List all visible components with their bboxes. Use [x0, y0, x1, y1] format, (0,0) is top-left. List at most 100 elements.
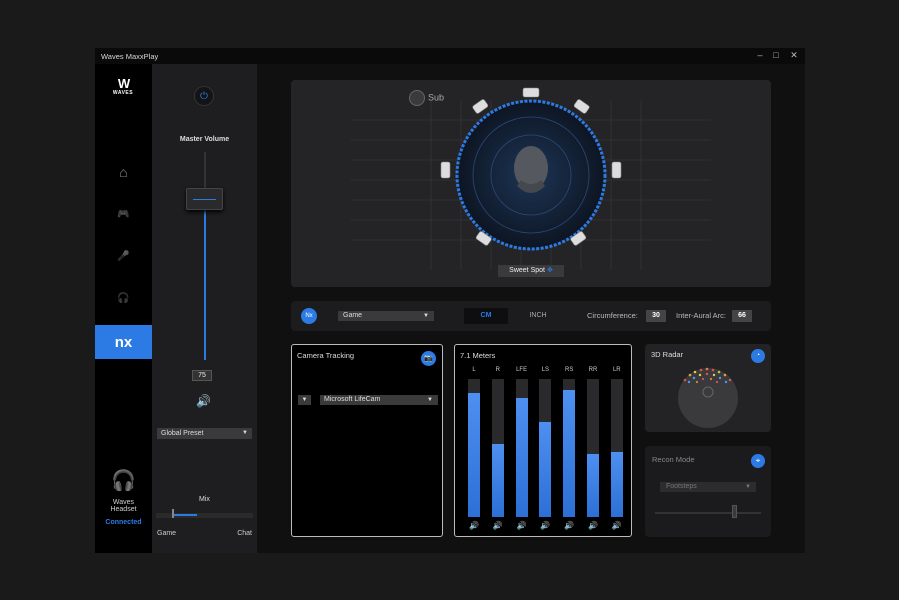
recon-mode-value: Footsteps	[666, 483, 697, 490]
stage-visual	[351, 87, 711, 270]
meter-level-rs	[563, 390, 576, 517]
maximize-button[interactable]: □	[769, 50, 783, 60]
unit-cm-button[interactable]: CM	[464, 308, 508, 324]
chevron-down-icon: ▼	[301, 397, 308, 403]
meter-mute-icon[interactable]: 🔊	[489, 521, 507, 530]
master-volume-knob[interactable]	[186, 188, 223, 210]
subwoofer-toggle[interactable]: Sub	[409, 90, 444, 106]
master-volume-value: 75	[192, 370, 212, 381]
mix-game-label: Game	[157, 530, 177, 537]
meter-label-l: L	[472, 367, 476, 373]
head-settings-bar: Nx Game ▼ CM INCH Circumference: 30 Inte…	[291, 301, 771, 331]
meter-mute-icon[interactable]: 🔊	[465, 521, 483, 530]
meter-label-ls: LS	[541, 367, 550, 373]
recon-slider-track[interactable]	[655, 512, 761, 514]
crosshair-icon[interactable]: ⌖	[751, 454, 765, 468]
camera-source-toggle[interactable]: ▼	[298, 395, 311, 405]
meter-level-ls	[539, 422, 552, 517]
app-window: Waves MaxxPlay – □ ✕ W WAVES ⌂ 🎮 🎤 🎧 nx …	[95, 48, 805, 553]
home-icon: ⌂	[119, 164, 128, 180]
camera-icon[interactable]: 📷	[421, 351, 436, 366]
mix-slider-fill	[172, 514, 197, 516]
meter-mute-icon[interactable]: 🔊	[608, 521, 626, 530]
master-volume-fill	[204, 201, 206, 360]
nav-microphone[interactable]: 🎤	[95, 239, 152, 273]
waves-logo-mark: W	[117, 76, 130, 91]
mix-slider-thumb[interactable]	[172, 509, 174, 518]
chevron-down-icon: ▼	[423, 313, 429, 319]
meter-label-lfe: LFE	[516, 367, 528, 373]
sweet-spot-button[interactable]: Sweet Spot ✥	[498, 265, 564, 277]
move-icon: ✥	[546, 267, 553, 274]
profile-value: Game	[343, 312, 363, 319]
speaker-icon[interactable]: 🔊	[196, 394, 211, 408]
radar-visual	[678, 367, 738, 428]
meter-mute-icon[interactable]: 🔊	[560, 521, 578, 530]
circumference-input[interactable]: 30	[646, 310, 666, 322]
meter-label-lr: LR	[612, 367, 621, 373]
nx-icon: nx	[114, 333, 133, 351]
meter-bar-lfe	[515, 379, 528, 517]
recon-panel: Recon Mode ⌖ Footsteps ▼	[645, 446, 771, 537]
camera-tracking-panel: Camera Tracking 📷 ▼ Microsoft LifeCam ▼	[291, 344, 443, 537]
camera-device-dropdown[interactable]: Microsoft LifeCam ▼	[320, 395, 438, 405]
power-button[interactable]: ⏻	[194, 86, 214, 106]
recon-title: Recon Mode	[652, 455, 695, 464]
subwoofer-icon	[409, 90, 425, 106]
title-bar: Waves MaxxPlay – □ ✕	[95, 48, 805, 64]
speaker-side-right	[611, 161, 622, 179]
circumference-label: Circumference:	[587, 311, 638, 320]
camera-device-value: Microsoft LifeCam	[324, 396, 381, 403]
power-icon: ⏻	[200, 90, 208, 102]
profile-dropdown[interactable]: Game ▼	[338, 311, 434, 321]
meter-level-r	[491, 444, 504, 517]
meter-bar-r	[491, 379, 504, 517]
microphone-icon: 🎤	[117, 250, 130, 262]
master-volume-label: Master Volume	[179, 136, 230, 143]
close-button[interactable]: ✕	[787, 50, 801, 61]
waves-logo: W WAVES	[108, 76, 138, 96]
mix-slider-track[interactable]	[156, 513, 253, 518]
window-title: Waves MaxxPlay	[101, 52, 159, 61]
meter-mute-icon[interactable]: 🔊	[513, 521, 531, 530]
headset-status[interactable]: 🎧 Waves Headset Connected	[95, 468, 152, 526]
meter-mute-icon[interactable]: 🔊	[536, 521, 554, 530]
interaural-input[interactable]: 66	[732, 310, 752, 322]
volume-panel: ⏻ Master Volume 75 🔊 Global Preset ▼ Mix…	[152, 64, 257, 553]
chevron-down-icon: ▼	[745, 484, 751, 490]
speaker-side-left	[440, 161, 451, 179]
meter-label-rs: RS	[565, 367, 574, 373]
mix-label: Mix	[199, 496, 210, 503]
speaker-front-left	[472, 99, 489, 114]
minimize-button[interactable]: –	[753, 50, 767, 60]
meter-bar-rr	[587, 379, 599, 517]
unit-inch-button[interactable]: INCH	[516, 308, 560, 324]
connection-status: Connected	[105, 519, 142, 526]
nav-nx[interactable]: nx	[95, 325, 152, 359]
meter-level-lr	[610, 452, 623, 517]
nav-game[interactable]: 🎮	[95, 197, 152, 231]
meter-bar-rs	[563, 379, 576, 517]
meter-level-l	[468, 393, 480, 517]
meter-bar-ls	[539, 379, 552, 517]
meter-label-r: R	[495, 367, 500, 373]
meters-title: 7.1 Meters	[460, 351, 496, 360]
chevron-down-icon: ▼	[427, 397, 433, 403]
speaker-front-right	[573, 99, 590, 114]
gamepad-icon: 🎮	[117, 208, 130, 220]
headset-icon: 🎧	[111, 470, 136, 492]
camera-tracking-title: Camera Tracking	[297, 351, 355, 360]
nav-rail: W WAVES ⌂ 🎮 🎤 🎧 nx 🎧 Waves Headset Conne…	[95, 64, 152, 553]
recon-slider-thumb[interactable]	[732, 505, 737, 518]
recon-mode-dropdown[interactable]: Footsteps ▼	[660, 482, 756, 492]
interaural-label: Inter-Aural Arc:	[676, 311, 727, 320]
headphones-icon: 🎧	[117, 292, 130, 304]
nx-toggle-button[interactable]: Nx	[301, 308, 317, 324]
global-preset-label: Global Preset	[161, 430, 204, 437]
nav-home[interactable]: ⌂	[95, 155, 152, 189]
main-content: Sub Sweet Spot ✥ Nx Game ▼ CM INCH Circu…	[257, 64, 805, 553]
chevron-down-icon: ▼	[242, 430, 248, 436]
meter-mute-icon[interactable]: 🔊	[584, 521, 602, 530]
nav-headphones[interactable]: 🎧	[95, 281, 152, 315]
global-preset-dropdown[interactable]: Global Preset ▼	[157, 428, 252, 439]
